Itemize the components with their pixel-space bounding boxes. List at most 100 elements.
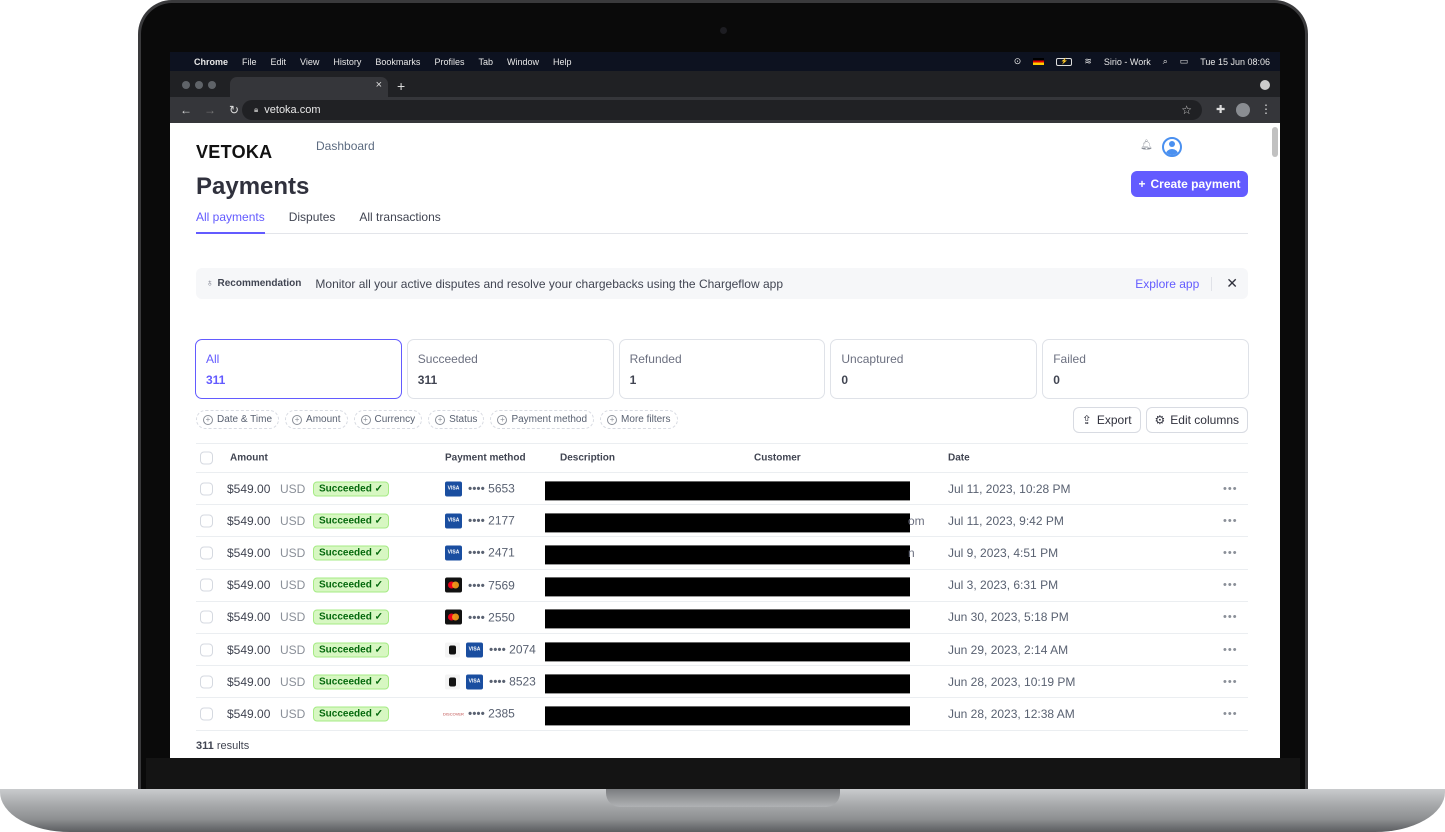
row-checkbox[interactable] <box>200 610 213 624</box>
column-amount[interactable]: Amount <box>230 453 268 464</box>
row-actions-menu-icon[interactable]: ••• <box>1223 611 1238 623</box>
row-checkbox[interactable] <box>200 546 213 560</box>
plus-circle-icon: + <box>607 414 618 425</box>
back-icon[interactable]: ← <box>178 103 194 117</box>
row-checkbox[interactable] <box>200 643 213 657</box>
screen-record-icon[interactable]: ⊙ <box>1014 56 1022 67</box>
row-actions-menu-icon[interactable]: ••• <box>1223 483 1238 495</box>
bookmark-star-icon[interactable]: ☆ <box>1181 103 1192 117</box>
zoom-window-button[interactable] <box>208 81 216 89</box>
web-page: VETOKA Dashboard 🔔︎ Payments + Create pa… <box>170 123 1280 758</box>
spotlight-icon[interactable]: ⌕ <box>1163 56 1168 67</box>
table-row[interactable]: $549.00 USD Succeeded ✓ VISA •••• 5653 Jul 11… <box>196 473 1248 506</box>
page-scrollbar[interactable] <box>1272 127 1278 157</box>
menu-history[interactable]: History <box>333 57 361 67</box>
row-actions-menu-icon[interactable]: ••• <box>1223 644 1238 656</box>
column-date[interactable]: Date <box>948 453 970 464</box>
status-card-uncaptured[interactable]: Uncaptured 0 <box>830 339 1038 399</box>
nav-dashboard-link[interactable]: Dashboard <box>316 139 375 153</box>
extensions-icon[interactable]: ✚ <box>1216 103 1225 116</box>
minimize-window-button[interactable] <box>195 81 203 89</box>
plus-circle-icon: + <box>497 414 508 425</box>
amount: $549.00 <box>227 706 271 721</box>
row-actions-menu-icon[interactable]: ••• <box>1223 708 1238 720</box>
payment-date: Jul 11, 2023, 9:42 PM <box>948 513 1064 528</box>
close-icon[interactable]: ✕ <box>1226 275 1238 292</box>
tab-all-payments[interactable]: All payments <box>196 210 265 234</box>
column-payment-method[interactable]: Payment method <box>445 453 526 464</box>
notifications-bell-icon[interactable]: 🔔︎ <box>1140 140 1153 151</box>
status-card-refunded[interactable]: Refunded 1 <box>618 339 826 399</box>
forward-icon[interactable]: → <box>202 103 218 117</box>
create-payment-button[interactable]: + Create payment <box>1131 171 1248 197</box>
filter-status[interactable]: + Status <box>428 410 485 429</box>
close-tab-icon[interactable]: × <box>376 79 382 91</box>
input-language-flag-icon[interactable] <box>1033 58 1045 65</box>
table-row[interactable]: $549.00 USD Succeeded ✓ VISA •••• 2074 Jun 29… <box>196 634 1248 667</box>
menu-file[interactable]: File <box>242 57 257 67</box>
export-button[interactable]: ⇪ Export <box>1072 407 1141 433</box>
status-card-all[interactable]: All 311 <box>195 339 402 399</box>
explore-app-link[interactable]: Explore app <box>1135 276 1213 291</box>
edit-columns-button[interactable]: ⚙ Edit columns <box>1145 407 1248 433</box>
battery-icon[interactable]: ⚡ <box>1056 57 1073 66</box>
table-row[interactable]: $549.00 USD Succeeded ✓ VISA •••• 8523 Jun 28… <box>196 666 1248 699</box>
row-checkbox[interactable] <box>200 707 213 721</box>
row-checkbox[interactable] <box>200 514 213 528</box>
browser-menu-icon[interactable]: ⋮ <box>1260 102 1272 116</box>
table-row[interactable]: $549.00 USD Succeeded ✓ DISCOVER •••• 2385 Ju… <box>196 698 1248 731</box>
filter-currency[interactable]: + Currency <box>353 410 423 429</box>
lock-icon[interactable]: 🔒︎ <box>254 105 258 115</box>
menu-edit[interactable]: Edit <box>271 57 287 67</box>
url-text[interactable]: vetoka.com <box>264 104 320 116</box>
user-avatar-icon[interactable] <box>1162 137 1182 157</box>
new-tab-button[interactable]: + <box>397 78 405 94</box>
visa-card-icon: VISA <box>445 481 462 497</box>
status-badge: Succeeded ✓ <box>313 481 389 497</box>
row-checkbox[interactable] <box>200 675 213 689</box>
menu-help[interactable]: Help <box>553 57 572 67</box>
profile-avatar[interactable] <box>1236 103 1250 117</box>
menu-bookmarks[interactable]: Bookmarks <box>375 57 420 67</box>
table-row[interactable]: $549.00 USD Succeeded ✓ •••• 2550 Jun 30, 20… <box>196 602 1248 634</box>
user-switcher[interactable]: Sirio - Work <box>1104 57 1151 67</box>
tab-disputes[interactable]: Disputes <box>289 210 336 234</box>
filter-date-time[interactable]: + Date & Time <box>196 410 280 429</box>
status-card-failed[interactable]: Failed 0 <box>1042 339 1249 399</box>
menu-window[interactable]: Window <box>507 57 539 67</box>
browser-tabbar: × + <box>170 71 1280 97</box>
status-card-succeeded[interactable]: Succeeded 311 <box>406 339 614 399</box>
close-window-button[interactable] <box>182 81 190 89</box>
table-row[interactable]: $549.00 USD Succeeded ✓ VISA •••• 2471 n Jul 9… <box>196 537 1248 570</box>
filter-amount[interactable]: + Amount <box>285 410 348 429</box>
control-center-icon[interactable]: ▭ <box>1180 56 1189 67</box>
app-menu[interactable]: Chrome <box>194 57 228 67</box>
row-actions-menu-icon[interactable]: ••• <box>1223 579 1238 591</box>
payment-date: Jun 28, 2023, 10:19 PM <box>948 674 1076 689</box>
tab-all-transactions[interactable]: All transactions <box>359 210 440 234</box>
column-customer[interactable]: Customer <box>754 453 801 464</box>
column-description[interactable]: Description <box>560 453 615 464</box>
menu-profiles[interactable]: Profiles <box>434 57 464 67</box>
row-checkbox[interactable] <box>200 482 213 496</box>
address-bar[interactable]: 🔒︎ vetoka.com ☆ <box>242 100 1202 120</box>
table-row[interactable]: $549.00 USD Succeeded ✓ •••• 7569 Jul 3, 202… <box>196 570 1248 602</box>
site-logo[interactable]: VETOKA <box>196 142 272 163</box>
filter-payment-method[interactable]: + Payment method <box>490 410 595 429</box>
tab-search-icon[interactable] <box>1260 80 1270 90</box>
row-actions-menu-icon[interactable]: ••• <box>1223 676 1238 688</box>
select-all-checkbox[interactable] <box>200 451 213 465</box>
wifi-icon[interactable]: ≋ <box>1084 56 1092 67</box>
table-row[interactable]: $549.00 USD Succeeded ✓ VISA •••• 2177 om Jul … <box>196 505 1248 538</box>
recommendation-message: Monitor all your active disputes and res… <box>315 276 783 291</box>
menu-view[interactable]: View <box>300 57 319 67</box>
menu-tab[interactable]: Tab <box>478 57 493 67</box>
clock[interactable]: Tue 15 Jun 08:06 <box>1200 57 1270 67</box>
row-actions-menu-icon[interactable]: ••• <box>1223 515 1238 527</box>
row-checkbox[interactable] <box>200 578 213 592</box>
browser-tab[interactable]: × <box>230 77 388 97</box>
filter-label: More filters <box>621 414 671 425</box>
filter-more[interactable]: + More filters <box>600 410 678 429</box>
reload-icon[interactable]: ↻ <box>226 103 242 117</box>
row-actions-menu-icon[interactable]: ••• <box>1223 547 1238 559</box>
